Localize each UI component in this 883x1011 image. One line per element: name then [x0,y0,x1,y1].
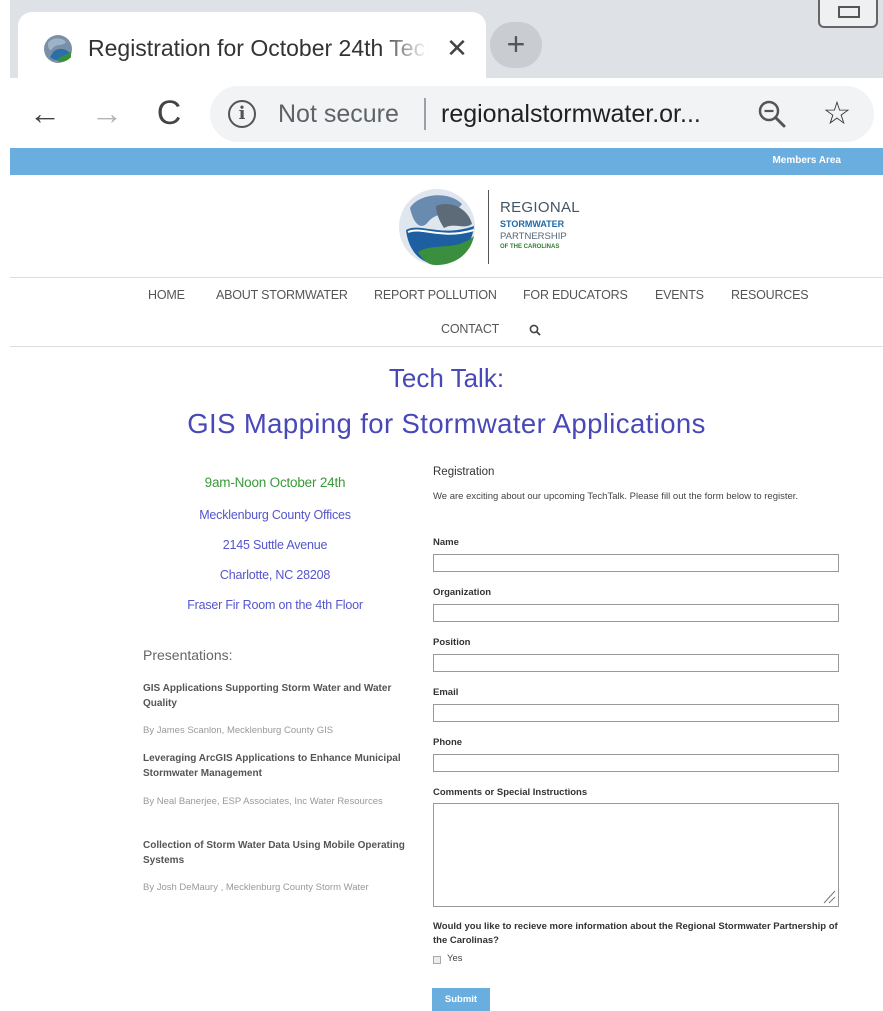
event-time: 9am-Noon October 24th [204,475,346,490]
name-label: Name [433,537,459,548]
logo-text-partnership: PARTNERSHIP [500,231,567,242]
reload-icon[interactable]: C [148,92,190,134]
tab-title: Registration for October 24th Tech Talk [88,35,428,61]
email-input[interactable] [433,704,839,722]
position-input[interactable] [433,654,839,672]
registration-title: Registration [433,466,495,478]
nav-for-educators[interactable]: FOR EDUCATORS [523,288,628,302]
members-area-link[interactable]: Members Area [772,155,841,166]
presentation-speaker: By James Scanlon, Mecklenburg County GIS [143,725,334,736]
email-label: Email [433,687,459,698]
event-city: Charlotte, NC 28208 [219,568,331,582]
site-logo[interactable]: REGIONAL STORMWATER PARTNERSHIP OF THE C… [396,186,596,268]
new-tab-button[interactable]: + [490,22,542,68]
event-street: 2145 Suttle Avenue [222,538,328,552]
event-venue: Mecklenburg County Offices [199,508,351,522]
site-top-bar: Members Area [10,148,883,175]
window-control-icon[interactable] [818,0,878,28]
comments-label: Comments or Special Instructions [433,787,588,798]
organization-input[interactable] [433,604,839,622]
logo-text-regional: REGIONAL [500,199,580,216]
url-text[interactable]: regionalstormwater.or... [441,98,741,130]
presentation-title: Collection of Storm Water Data Using Mob… [143,840,405,866]
optin-yes-label[interactable]: Yes [447,953,463,964]
nav-home[interactable]: HOME [148,288,185,302]
search-icon[interactable] [528,323,542,337]
back-arrow-icon[interactable]: ← [24,92,66,134]
event-room: Fraser Fir Room on the 4th Floor [187,598,363,612]
optin-question: Would you like to recieve more informati… [433,921,838,946]
nav-resources[interactable]: RESOURCES [731,288,809,302]
presentation-speaker: By Neal Banerjee, ESP Associates, Inc Wa… [143,796,383,807]
position-label: Position [433,637,471,648]
optin-yes-checkbox[interactable] [433,956,441,964]
presentations-label: Presentations: [143,647,233,663]
address-bar[interactable]: i Not secure regionalstormwater.or... ☆ [210,86,874,142]
security-label[interactable]: Not secure [278,98,399,130]
presentation-title: Leveraging ArcGIS Applications to Enhanc… [143,753,401,779]
phone-input[interactable] [433,754,839,772]
presentation-speaker: By Josh DeMaury , Mecklenburg County Sto… [143,882,369,893]
info-icon[interactable]: i [228,100,256,128]
close-icon[interactable]: ✕ [442,32,472,64]
phone-label: Phone [433,737,463,748]
zoom-icon[interactable] [754,96,790,132]
favicon-globe-icon [44,35,72,63]
registration-intro: We are exciting about our upcoming TechT… [433,491,799,502]
forward-arrow-icon[interactable]: → [86,92,128,134]
nav-divider-bottom [10,346,883,347]
comments-textarea[interactable] [433,803,839,907]
nav-contact[interactable]: CONTACT [441,322,499,336]
browser-toolbar: ← → C i Not secure regionalstormwater.or… [10,78,883,148]
name-input[interactable] [433,554,839,572]
event-heading: Tech Talk: [388,363,505,393]
logo-divider [488,190,489,264]
star-icon[interactable]: ☆ [818,94,856,132]
nav-events[interactable]: EVENTS [655,288,704,302]
presentation-title: GIS Applications Supporting Storm Water … [143,683,392,709]
nav-divider-top [10,277,883,278]
resize-grip-icon[interactable] [822,888,836,904]
logo-text-stormwater: STORMWATER [500,219,565,229]
browser-tab-strip: Registration for October 24th Tech Talk … [10,0,883,78]
event-subheading: GIS Mapping for Stormwater Applications [187,408,706,439]
browser-tab-active[interactable]: Registration for October 24th Tech Talk … [18,12,486,78]
nav-about-stormwater[interactable]: ABOUT STORMWATER [216,288,348,302]
organization-label: Organization [433,587,492,598]
logo-emblem-icon [399,189,475,266]
submit-button[interactable]: Submit [432,988,490,1011]
nav-report-pollution[interactable]: REPORT POLLUTION [374,288,497,302]
logo-text-carolinas: OF THE CAROLINAS [500,244,560,250]
address-bar-divider [424,98,426,130]
page: Registration for October 24th Tech Talk … [0,0,883,1011]
